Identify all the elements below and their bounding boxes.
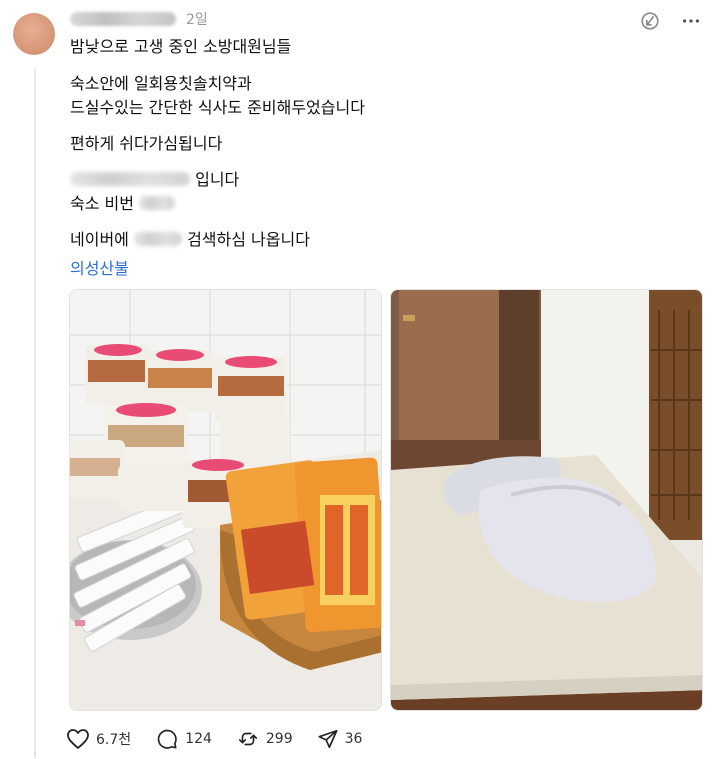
post-line-7-prefix: 네이버에 [70,230,129,249]
more-button[interactable] [679,9,703,33]
redacted-name [133,232,182,246]
repost-count: 299 [265,731,293,747]
comment-icon [157,729,177,749]
bedding-image [391,290,702,710]
avatar[interactable] [13,13,55,55]
hashtag-link[interactable]: 의성산불 [70,255,129,279]
send-icon [318,729,338,749]
post-time[interactable]: 2일 [186,9,208,29]
repost-button[interactable]: 299 [236,728,293,750]
redacted-password [139,196,176,210]
like-count: 6.7천 [96,732,132,748]
photo-supplies[interactable] [69,289,382,711]
translate-button[interactable] [638,9,662,33]
username-blurred[interactable] [70,12,176,26]
post-line-3: 드실수있는 간단한 식사도 준비해두었습니다 [70,98,365,117]
share-count: 36 [344,731,363,747]
post-line-4: 편하게 쉬다가심됩니다 [70,134,223,153]
reply-count: 124 [185,731,212,747]
supplies-image [70,290,381,710]
more-dots-icon [682,19,700,23]
share-button[interactable]: 36 [317,728,363,750]
post-line-6-text: 숙소 비번 [70,194,134,213]
post-line-5-text: 입니다 [195,170,240,189]
photo-bedding[interactable] [390,289,703,711]
post-line-6: 숙소 비번 [70,193,176,215]
post-line-2: 숙소안에 일회용칫솔치약과 [70,74,252,93]
thread-line [34,68,36,758]
post-line-1: 밤낮으로 고생 중인 소방대원님들 [70,37,292,56]
post-line-7-suffix: 검색하심 나옵니다 [187,230,310,249]
like-button[interactable]: 6.7천 [66,728,131,750]
reply-button[interactable]: 124 [155,728,212,750]
post-line-7: 네이버에 검색하심 나옵니다 [70,229,310,251]
repost-icon [238,732,257,746]
post-line-5: 입니다 [70,169,239,191]
translate-icon [641,12,659,30]
action-bar: 6.7천 124 299 36 [66,728,386,750]
heart-icon [67,729,89,749]
redacted-text [70,172,190,186]
